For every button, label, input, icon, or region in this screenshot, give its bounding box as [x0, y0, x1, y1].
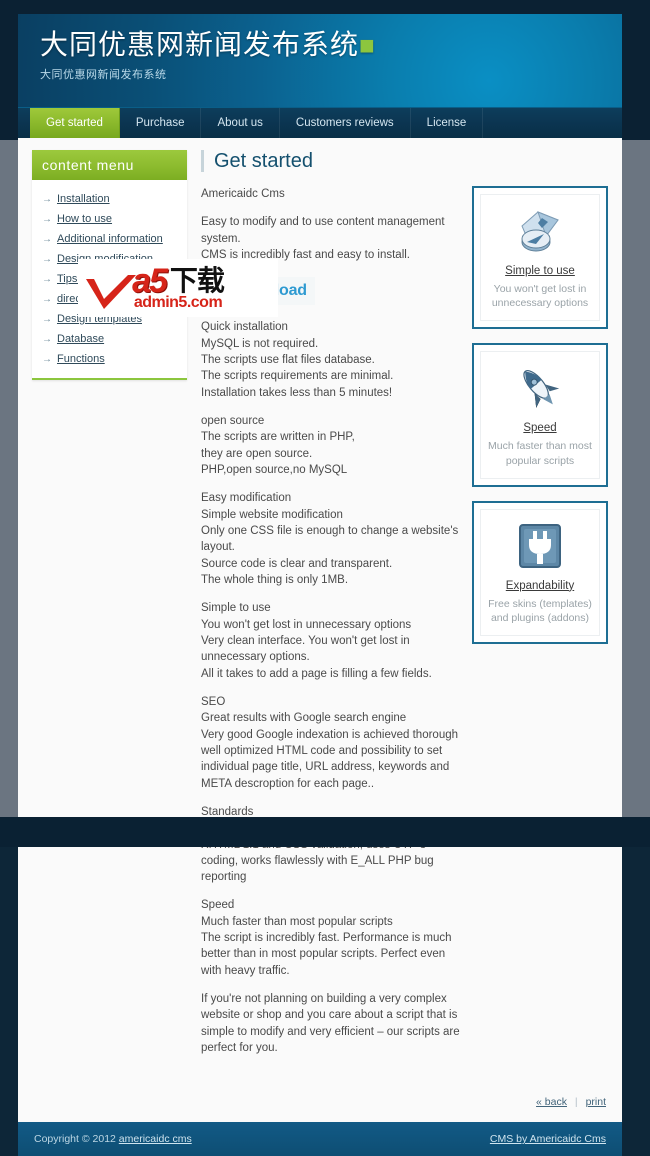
main-body: Americaidc Cms Easy to modify and to use… [201, 186, 608, 1068]
feature-desc-expandability: Free skins (templates) and plugins (addo… [488, 597, 592, 624]
arrow-right-icon: → [42, 314, 52, 325]
list-item[interactable]: → Database [32, 328, 187, 348]
download-label: Download [232, 282, 307, 300]
footer-copyright: Copyright © 2012 americaidc cms [34, 1133, 192, 1145]
list-item[interactable]: → How to use [32, 208, 187, 228]
sidebar: content menu → Installation → How to use →… [32, 150, 187, 1068]
sidebar-item-directories-structure[interactable]: directories structure [57, 293, 154, 305]
nav-item-license[interactable]: License [411, 108, 484, 138]
feature-box-speed[interactable]: Speed Much faster than most popular scri… [472, 343, 608, 487]
feature-boxes: Simple to use You won't get lost in unne… [472, 186, 608, 658]
feature-desc-speed: Much faster than most popular scripts [488, 440, 592, 467]
main-column: Get started Americaidc Cms Easy to modif… [201, 150, 608, 1068]
site-title: 大同优惠网新闻发布系统■ [40, 28, 376, 62]
feature-box-inner: Speed Much faster than most popular scri… [480, 351, 600, 479]
page-tools: « back | print [18, 1086, 622, 1123]
nav-item-about-us[interactable]: About us [201, 108, 280, 138]
arrow-right-icon: → [42, 274, 52, 285]
tools-separator: | [574, 1096, 578, 1109]
intro-paragraph: Easy to modify and to use content manage… [201, 216, 445, 261]
page-title: Get started [201, 150, 608, 172]
section-seo: SEO Great results with Google search eng… [201, 695, 459, 790]
feature-desc-simple-to-use: You won't get lost in unnecessary option… [491, 283, 589, 310]
sidebar-item-design-modification[interactable]: Design modification [57, 253, 153, 265]
sidebar-item-additional-information[interactable]: Additional information [57, 233, 163, 245]
arrow-right-icon: → [42, 354, 52, 365]
list-item[interactable]: → Functions [32, 348, 187, 368]
sidebar-item-tips-and-tricks[interactable]: Tips & Tricks [57, 273, 120, 285]
feature-title-speed[interactable]: Speed [523, 422, 556, 434]
nav-item-get-started[interactable]: Get started [30, 108, 120, 138]
arrow-right-icon: → [42, 194, 52, 205]
back-link[interactable]: « back [536, 1096, 567, 1108]
arrow-right-icon: → [42, 234, 52, 245]
section-easy-modification: Easy modification Simple website modific… [201, 492, 459, 586]
copyright-text: Copyright © 2012 [34, 1133, 119, 1146]
nav-item-purchase[interactable]: Purchase [120, 108, 202, 138]
list-item[interactable]: → Tips & Tricks [32, 268, 187, 288]
rocket-icon [487, 360, 593, 418]
cms-credit-link[interactable]: CMS by Americaidc Cms [490, 1133, 606, 1145]
brand-line: Americaidc Cms [201, 188, 285, 200]
list-item[interactable]: → Additional information [32, 228, 187, 248]
page-container: 大同优惠网新闻发布系统■ 大同优惠网新闻发布系统 Get started Pur… [18, 14, 622, 1156]
section-quick-installation: Quick installation MySQL is not required… [201, 321, 394, 399]
list-item[interactable]: → Design templates [32, 308, 187, 328]
feature-box-inner: Simple to use You won't get lost in unne… [480, 194, 600, 322]
main-navigation: Get started Purchase About us Customers … [18, 107, 622, 138]
feature-box-expandability[interactable]: Expandability Free skins (templates) and… [472, 500, 608, 645]
sidebar-item-database[interactable]: Database [57, 333, 104, 345]
site-header: 大同优惠网新闻发布系统■ 大同优惠网新闻发布系统 [18, 14, 622, 107]
sidebar-item-design-templates[interactable]: Design templates [57, 313, 142, 325]
arrow-right-icon: → [42, 254, 52, 265]
content-menu-heading: content menu [32, 150, 187, 180]
site-subtitle: 大同优惠网新闻发布系统 [40, 68, 167, 81]
sidebar-item-functions[interactable]: Functions [57, 353, 105, 365]
title-accent-dot: ■ [359, 30, 376, 60]
sidebar-item-how-to-use[interactable]: How to use [57, 213, 112, 225]
nav-item-customers-reviews[interactable]: Customers reviews [280, 108, 411, 138]
power-plug-icon [487, 518, 593, 576]
sidebar-item-installation[interactable]: Installation [57, 193, 110, 205]
list-item[interactable]: → directories structure [32, 288, 187, 308]
download-arrow-icon [203, 279, 227, 304]
dark-bottom-band [0, 817, 650, 847]
article-text: Americaidc Cms Easy to modify and to use… [201, 186, 472, 1068]
site-footer: Copyright © 2012 americaidc cms CMS by A… [18, 1122, 622, 1156]
browser-viewport: 大同优惠网新闻发布系统■ 大同优惠网新闻发布系统 Get started Pur… [0, 0, 650, 1156]
content-menu-box: content menu → Installation → How to use →… [32, 150, 187, 380]
feature-box-inner: Expandability Free skins (templates) and… [480, 508, 600, 637]
copyright-link[interactable]: americaidc cms [119, 1133, 192, 1145]
feature-title-expandability[interactable]: Expandability [506, 580, 574, 592]
section-speed: Speed Much faster than most popular scri… [201, 899, 452, 977]
content-area: content menu → Installation → How to use →… [18, 138, 622, 1087]
section-simple-to-use: Simple to use You won't get lost in unne… [201, 602, 432, 680]
arrow-right-icon: → [42, 334, 52, 345]
content-menu-list: → Installation → How to use → Additional in… [32, 180, 187, 378]
feature-title-simple-to-use[interactable]: Simple to use [505, 265, 575, 277]
section-closing: If you're not planning on building a ver… [201, 993, 460, 1055]
compass-map-icon [487, 203, 593, 261]
arrow-right-icon: → [42, 214, 52, 225]
site-title-text: 大同优惠网新闻发布系统 [40, 29, 360, 60]
download-button[interactable]: Download [201, 277, 315, 306]
header-branding: 大同优惠网新闻发布系统■ 大同优惠网新闻发布系统 [40, 28, 376, 82]
section-open-source: open source The scripts are written in P… [201, 414, 355, 476]
print-link[interactable]: print [586, 1096, 606, 1108]
list-item[interactable]: → Design modification [32, 248, 187, 268]
list-item[interactable]: → Installation [32, 188, 187, 208]
arrow-right-icon: → [42, 294, 52, 305]
feature-box-simple-to-use[interactable]: Simple to use You won't get lost in unne… [472, 186, 608, 330]
